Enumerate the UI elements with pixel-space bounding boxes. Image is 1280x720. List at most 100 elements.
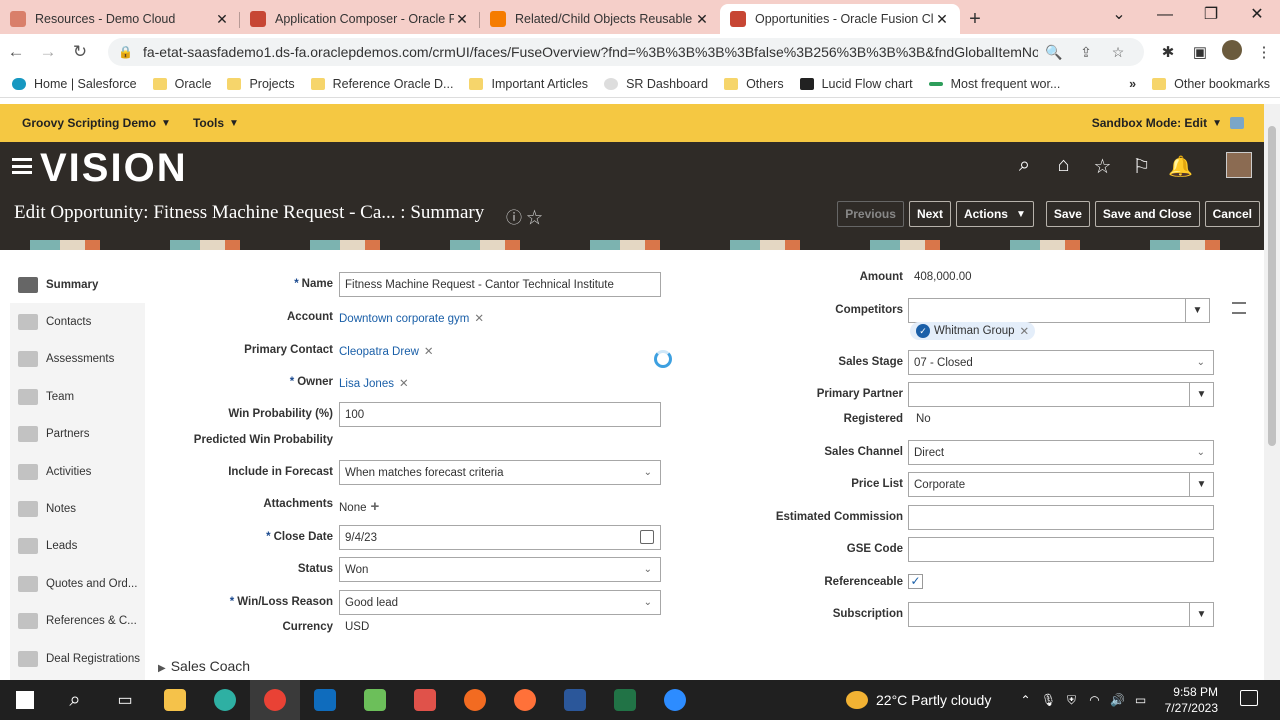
user-avatar[interactable] bbox=[1226, 152, 1252, 178]
close-icon[interactable]: ✕ bbox=[934, 11, 950, 28]
bookmark[interactable]: Others bbox=[724, 77, 784, 91]
wifi-icon[interactable]: ◠ bbox=[1083, 693, 1106, 707]
cancel-button[interactable]: Cancel bbox=[1204, 201, 1260, 227]
nav-item-team[interactable]: Team bbox=[10, 378, 145, 415]
megaphone-icon[interactable] bbox=[1230, 117, 1244, 129]
remove-icon[interactable]: ✕ bbox=[474, 313, 484, 325]
bookmark[interactable]: Lucid Flow chart bbox=[799, 77, 913, 91]
tools-menu[interactable]: Tools ▼ bbox=[193, 116, 239, 130]
url-field[interactable]: 🔒 fa-etat-saasfademo1.ds-fa.oraclepdemos… bbox=[108, 38, 1144, 66]
nav-item-contacts[interactable]: Contacts bbox=[10, 303, 145, 340]
subscription-field[interactable]: ▼ bbox=[908, 602, 1214, 627]
caret-down-icon[interactable]: ▼ bbox=[1189, 473, 1213, 496]
close-date-field[interactable]: 9/4/23 bbox=[339, 525, 661, 550]
browser-tab[interactable]: Resources - Demo Cloud ✕ bbox=[0, 4, 240, 34]
excel-icon[interactable] bbox=[600, 680, 650, 720]
nav-item-partners[interactable]: Partners bbox=[10, 416, 145, 453]
task-view-icon[interactable]: ▭ bbox=[100, 680, 150, 720]
bookmark[interactable]: Reference Oracle D... bbox=[310, 77, 453, 91]
help-icon[interactable]: ⓘ bbox=[506, 210, 522, 227]
add-attachment-icon[interactable]: + bbox=[371, 498, 380, 515]
volume-icon[interactable]: 🔊 bbox=[1106, 693, 1129, 707]
caret-down-icon[interactable]: ▼ bbox=[1185, 299, 1209, 322]
next-button[interactable]: Next bbox=[908, 201, 951, 227]
browser-tab-active[interactable]: Opportunities - Oracle Fusion Clo ✕ bbox=[720, 4, 960, 34]
sales-channel-select[interactable]: Direct ⌄ bbox=[908, 440, 1214, 465]
microphone-icon[interactable]: 🎙 bbox=[1037, 693, 1060, 707]
security-icon[interactable]: ⛨ bbox=[1060, 693, 1083, 708]
nav-item-assessments[interactable]: Assessments bbox=[10, 341, 145, 378]
browser-tab[interactable]: Application Composer - Oracle F ✕ bbox=[240, 4, 480, 34]
chevron-up-icon[interactable]: ⌃ bbox=[1014, 693, 1037, 707]
weather-widget[interactable]: 22°C Partly cloudy bbox=[846, 680, 991, 720]
hamburger-icon[interactable] bbox=[12, 158, 32, 174]
remove-icon[interactable]: ✕ bbox=[424, 346, 434, 358]
paint-icon[interactable] bbox=[350, 680, 400, 720]
close-icon[interactable]: ✕ bbox=[454, 11, 470, 28]
save-and-close-button[interactable]: Save and Close bbox=[1094, 201, 1200, 227]
estimated-commission-field[interactable] bbox=[908, 505, 1214, 530]
battery-icon[interactable]: ▭ bbox=[1129, 693, 1152, 707]
search-icon[interactable]: ⌕ bbox=[50, 680, 100, 720]
save-button[interactable]: Save bbox=[1045, 201, 1090, 227]
zoom-icon[interactable]: 🔍 bbox=[1038, 44, 1070, 61]
caret-down-icon[interactable]: ▼ bbox=[1189, 383, 1213, 406]
chevron-down-icon[interactable]: ⌄ bbox=[1096, 0, 1142, 30]
profile-avatar[interactable] bbox=[1216, 40, 1248, 64]
sales-stage-select[interactable]: 07 - Closed ⌄ bbox=[908, 350, 1214, 375]
file-explorer-icon[interactable] bbox=[150, 680, 200, 720]
bookmark[interactable]: Important Articles bbox=[469, 77, 588, 91]
price-list-field[interactable]: Corporate ▼ bbox=[908, 472, 1214, 497]
caret-down-icon[interactable]: ▼ bbox=[1189, 603, 1213, 626]
new-tab-icon[interactable]: + bbox=[960, 4, 990, 34]
close-icon[interactable]: ✕ bbox=[214, 11, 230, 28]
edit-list-icon[interactable] bbox=[1232, 302, 1246, 314]
outlook-icon[interactable] bbox=[300, 680, 350, 720]
zoom-icon[interactable] bbox=[650, 680, 700, 720]
nav-item-quotes[interactable]: Quotes and Ord... bbox=[10, 565, 145, 602]
reload-icon[interactable]: ↻ bbox=[64, 42, 96, 62]
bookmark[interactable]: Most frequent wor... bbox=[928, 77, 1060, 91]
bookmarks-overflow[interactable]: » bbox=[1129, 77, 1136, 91]
gse-code-field[interactable] bbox=[908, 537, 1214, 562]
snipping-tool-icon[interactable] bbox=[400, 680, 450, 720]
browser-tab[interactable]: Related/Child Objects Reusable C ✕ bbox=[480, 4, 720, 34]
bookmark[interactable]: Oracle bbox=[152, 77, 211, 91]
nav-item-notes[interactable]: Notes bbox=[10, 490, 145, 527]
firefox-icon[interactable] bbox=[500, 680, 550, 720]
favorites-star-icon[interactable]: ☆ bbox=[1083, 154, 1122, 179]
nav-item-leads[interactable]: Leads bbox=[10, 528, 145, 565]
share-icon[interactable]: ⇪ bbox=[1070, 44, 1102, 61]
windows-start-icon[interactable] bbox=[0, 680, 50, 720]
previous-button[interactable]: Previous bbox=[837, 201, 904, 227]
notification-icon[interactable] bbox=[1240, 690, 1258, 706]
account-link[interactable]: Downtown corporate gym bbox=[339, 313, 469, 325]
sandbox-mode-menu[interactable]: Sandbox Mode: Edit ▼ bbox=[1092, 116, 1244, 130]
minimize-icon[interactable]: — bbox=[1142, 0, 1188, 30]
include-in-forecast-select[interactable]: When matches forecast criteria ⌄ bbox=[339, 460, 661, 485]
home-icon[interactable]: ⌂ bbox=[1044, 154, 1083, 179]
win-probability-field[interactable]: 100 bbox=[339, 402, 661, 427]
pencil-app-icon[interactable] bbox=[450, 680, 500, 720]
status-select[interactable]: Won ⌄ bbox=[339, 557, 661, 582]
watchlist-flag-icon[interactable]: ⚐ bbox=[1122, 154, 1161, 179]
name-field[interactable]: Fitness Machine Request - Cantor Technic… bbox=[339, 272, 661, 297]
extensions-icon[interactable]: ✱ bbox=[1152, 43, 1184, 61]
nav-item-activities[interactable]: Activities bbox=[10, 453, 145, 490]
actions-button[interactable]: Actions ▼ bbox=[955, 201, 1034, 227]
sandbox-menu[interactable]: Groovy Scripting Demo ▼ bbox=[22, 116, 171, 130]
owner-link[interactable]: Lisa Jones bbox=[339, 378, 394, 390]
edge-icon[interactable] bbox=[200, 680, 250, 720]
primary-contact-link[interactable]: Cleopatra Drew bbox=[339, 346, 419, 358]
bookmark[interactable]: Home | Salesforce bbox=[12, 77, 137, 91]
restore-icon[interactable]: ❐ bbox=[1188, 0, 1234, 30]
nav-item-summary[interactable]: Summary bbox=[10, 266, 145, 304]
competitors-field[interactable]: ▼ bbox=[908, 298, 1210, 323]
remove-icon[interactable]: ✕ bbox=[399, 378, 409, 390]
calendar-icon[interactable] bbox=[640, 530, 654, 544]
star-icon[interactable]: ☆ bbox=[1102, 44, 1134, 61]
search-icon[interactable]: ⌕ bbox=[1005, 154, 1044, 179]
system-clock[interactable]: 9:58 PM 7/27/2023 bbox=[1160, 684, 1218, 716]
notifications-bell-icon[interactable]: 🔔 bbox=[1161, 154, 1200, 179]
remove-icon[interactable]: ✕ bbox=[1020, 324, 1030, 338]
